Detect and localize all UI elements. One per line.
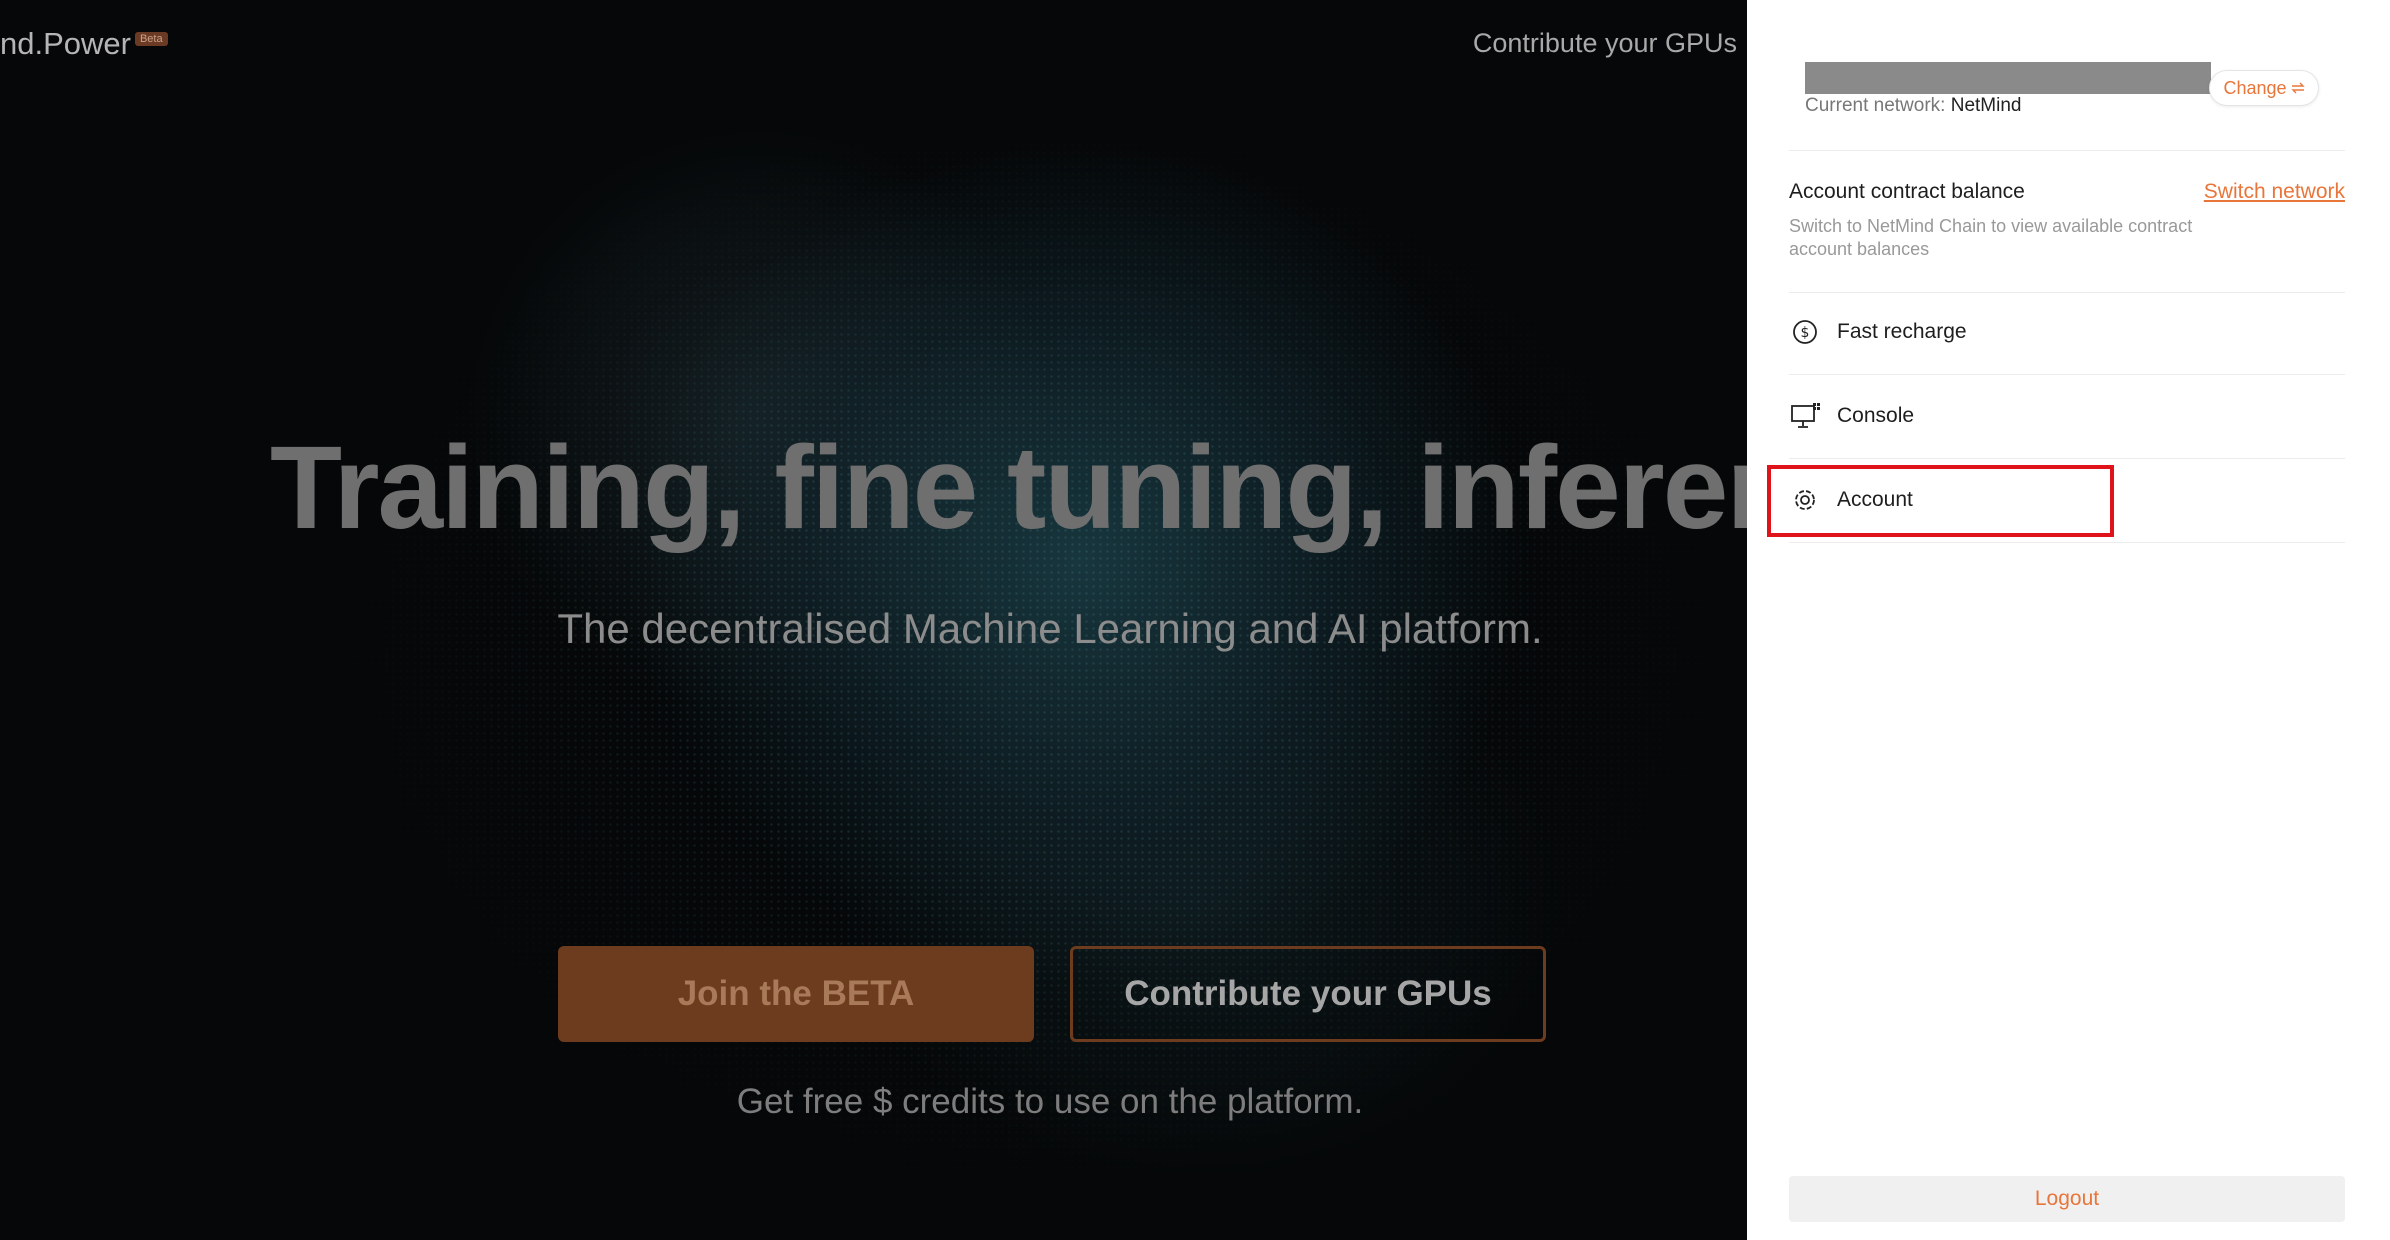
swap-icon xyxy=(2290,78,2305,99)
divider xyxy=(1789,374,2345,375)
brand-name: nd.Power xyxy=(0,26,131,61)
landing-page-overlay: nd.Power Beta Contribute your GPUs Train… xyxy=(0,0,1747,1240)
change-label: Change xyxy=(2223,77,2287,98)
divider xyxy=(1789,458,2345,459)
hero-subheadline: The decentralised Machine Learning and A… xyxy=(557,605,1543,652)
network-label: Current network: xyxy=(1805,95,1946,116)
svg-text:$: $ xyxy=(1801,325,1810,341)
network-name: NetMind xyxy=(1950,95,2022,116)
nav-contribute-gpus-link[interactable]: Contribute your GPUs xyxy=(1473,28,1737,59)
menu-item-account[interactable]: Account xyxy=(1789,474,2345,526)
beta-badge: Beta xyxy=(134,32,168,46)
menu-label: Account xyxy=(1837,488,1913,511)
join-beta-button[interactable]: Join the BETA xyxy=(558,946,1034,1042)
credits-note: Get free $ credits to use on the platfor… xyxy=(736,1082,1364,1121)
wallet-address-redacted xyxy=(1805,62,2211,94)
menu-item-fast-recharge[interactable]: $ Fast recharge xyxy=(1789,306,2345,358)
balance-description: Switch to NetMind Chain to view availabl… xyxy=(1789,216,2193,259)
monitor-icon xyxy=(1789,400,1821,432)
gear-icon xyxy=(1789,484,1821,516)
change-network-button[interactable]: Change xyxy=(2209,70,2319,106)
hero-headline: Training, fine tuning, inferenc xyxy=(270,422,1747,554)
menu-label: Console xyxy=(1837,404,1915,427)
divider xyxy=(1789,150,2345,151)
dollar-circle-icon: $ xyxy=(1789,316,1821,348)
divider xyxy=(1789,292,2345,293)
menu-item-console[interactable]: Console xyxy=(1789,390,2345,442)
brand-logo[interactable]: nd.Power Beta xyxy=(0,26,168,62)
contribute-gpus-button[interactable]: Contribute your GPUs xyxy=(1070,946,1546,1042)
balance-title: Account contract balance xyxy=(1789,180,2025,203)
switch-network-link[interactable]: Switch network xyxy=(2204,180,2345,204)
menu-label: Fast recharge xyxy=(1837,320,1967,343)
account-panel: Current network: NetMind Change Account … xyxy=(1747,0,2390,1240)
current-network: Current network: NetMind xyxy=(1805,95,2021,117)
divider xyxy=(1789,542,2345,543)
logout-button[interactable]: Logout xyxy=(1789,1176,2345,1222)
